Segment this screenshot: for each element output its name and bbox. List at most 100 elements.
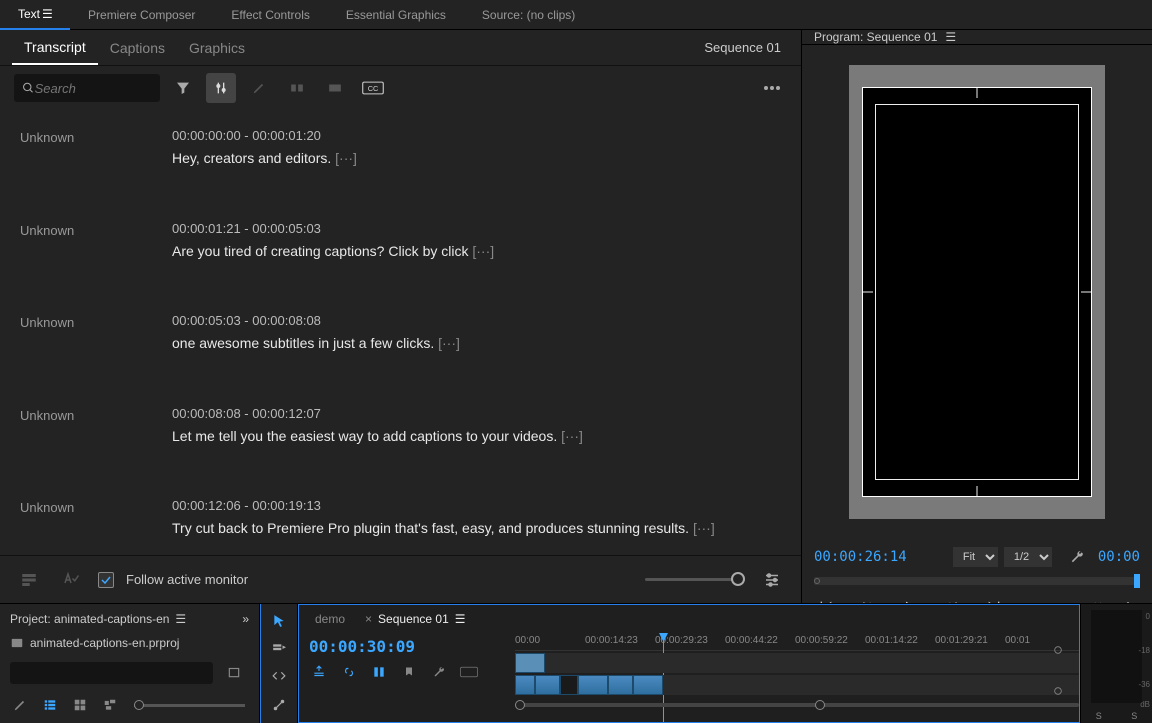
solo-right[interactable]: S (1131, 711, 1137, 721)
transcript-text[interactable]: Hey, creators and editors. [···] (172, 149, 781, 169)
transcript-entry[interactable]: Unknown 00:00:12:06 - 00:00:19:13 Try cu… (20, 486, 781, 555)
transcript-text[interactable]: Try cut back to Premiere Pro plugin that… (172, 519, 781, 539)
track-options-icon[interactable] (1043, 676, 1073, 706)
timecode-label: 00:00:12:06 - 00:00:19:13 (172, 498, 781, 513)
overflow-icon[interactable]: » (242, 612, 249, 626)
search-input[interactable] (35, 81, 152, 96)
resolution-select[interactable]: 1/2 (1004, 547, 1052, 567)
track-options-icon[interactable] (1043, 635, 1073, 665)
close-icon[interactable]: × (365, 612, 372, 626)
safe-margin (875, 104, 1079, 480)
audio-meter: 0 -18 -36 dB S S (1080, 604, 1152, 723)
filter-icon[interactable] (168, 73, 198, 103)
cc-icon[interactable]: CC (358, 73, 388, 103)
transcript-list[interactable]: Unknown 00:00:00:00 - 00:00:01:20 Hey, c… (0, 110, 801, 555)
follow-monitor-checkbox[interactable] (98, 572, 114, 588)
sequence-name-label: Sequence 01 (704, 40, 789, 55)
speaker-label: Unknown (20, 128, 172, 169)
transcript-text[interactable]: Are you tired of creating captions? Clic… (172, 242, 781, 262)
timecode-label: 00:00:01:21 - 00:00:05:03 (172, 221, 781, 236)
panel-tab-effect-controls[interactable]: Effect Controls (213, 0, 327, 30)
project-file-row[interactable]: animated-captions-en.prproj (10, 633, 249, 653)
clip[interactable] (535, 675, 560, 695)
marker-add-icon[interactable] (369, 662, 389, 682)
text-panel: Transcript Captions Graphics Sequence 01… (0, 30, 802, 603)
snap-icon[interactable] (309, 662, 329, 682)
hamburger-icon[interactable]: ☰ (455, 612, 466, 626)
transcript-text[interactable]: Let me tell you the easiest way to add c… (172, 427, 781, 447)
hamburger-icon[interactable]: ☰ (175, 612, 186, 626)
timeline-panel: demo × Sequence 01 ☰ 00:00:30:09 (298, 604, 1080, 723)
text-zoom-slider[interactable] (645, 578, 745, 581)
pen-tool-icon[interactable] (266, 694, 292, 716)
marker-icon[interactable] (399, 662, 419, 682)
edit-pencil-icon[interactable] (244, 73, 274, 103)
panel-tab-text[interactable]: Text☰ (0, 0, 70, 30)
speaker-label: Unknown (20, 498, 172, 539)
transcript-entry[interactable]: Unknown 00:00:00:00 - 00:00:01:20 Hey, c… (20, 116, 781, 209)
video-track[interactable] (515, 675, 1079, 695)
svg-text:CC: CC (368, 84, 379, 93)
clip[interactable] (560, 675, 578, 695)
timecode-label: 00:00:00:00 - 00:00:01:20 (172, 128, 781, 143)
subtab-graphics[interactable]: Graphics (177, 32, 257, 64)
cc-track-icon[interactable] (459, 662, 479, 682)
timeline-zoom-scroll[interactable] (515, 699, 1079, 711)
freeform-view-icon[interactable] (100, 695, 120, 715)
transcript-entry[interactable]: Unknown 00:00:05:03 - 00:00:08:08 one aw… (20, 301, 781, 394)
timeline-timecode[interactable]: 00:00:30:09 (309, 637, 505, 656)
project-search[interactable] (10, 662, 213, 684)
subtab-transcript[interactable]: Transcript (12, 31, 98, 65)
spellcheck-icon[interactable] (56, 565, 86, 595)
transcript-text[interactable]: one awesome subtitles in just a few clic… (172, 334, 781, 354)
wrench-icon[interactable] (1062, 542, 1092, 572)
track-select-tool-icon[interactable] (266, 638, 292, 660)
clip[interactable] (608, 675, 633, 695)
transcript-footer: Follow active monitor (0, 555, 801, 603)
timeline-tab-demo[interactable]: demo (315, 612, 345, 626)
transcript-entry[interactable]: Unknown 00:00:08:08 - 00:00:12:07 Let me… (20, 394, 781, 487)
autoscroll-icon[interactable] (14, 565, 44, 595)
list-view-icon[interactable] (40, 695, 60, 715)
clip[interactable] (515, 675, 535, 695)
program-timecode[interactable]: 00:00:26:14 (814, 549, 907, 565)
settings-sliders-icon[interactable] (206, 73, 236, 103)
timeline-ruler[interactable]: 00:00 00:00:14:23 00:00:29:23 00:00:44:2… (515, 633, 1079, 651)
pen-icon[interactable] (10, 695, 30, 715)
transcript-entry[interactable]: Unknown 00:00:01:21 - 00:00:05:03 Are yo… (20, 209, 781, 302)
panel-tab-premiere-composer[interactable]: Premiere Composer (70, 0, 213, 30)
panel-tab-essential-graphics[interactable]: Essential Graphics (328, 0, 464, 30)
more-options-icon[interactable] (757, 73, 787, 103)
linked-selection-icon[interactable] (339, 662, 359, 682)
follow-monitor-label: Follow active monitor (126, 572, 248, 587)
search-input-wrapper[interactable] (14, 74, 160, 102)
timecode-label: 00:00:05:03 - 00:00:08:08 (172, 313, 781, 328)
speaker-label: Unknown (20, 406, 172, 447)
icon-view-icon[interactable] (70, 695, 90, 715)
video-track[interactable] (515, 653, 1079, 673)
hamburger-icon[interactable]: ☰ (42, 7, 52, 21)
solo-left[interactable]: S (1096, 711, 1102, 721)
split-icon[interactable] (282, 73, 312, 103)
hamburger-icon[interactable]: ☰ (945, 30, 955, 44)
project-file-icon (10, 636, 24, 650)
ripple-tool-icon[interactable] (266, 666, 292, 688)
timeline-tracks[interactable]: 00:00 00:00:14:23 00:00:29:23 00:00:44:2… (515, 633, 1079, 722)
merge-icon[interactable] (320, 73, 350, 103)
subtab-captions[interactable]: Captions (98, 32, 177, 64)
preferences-icon[interactable] (757, 565, 787, 595)
search-icon (22, 81, 35, 95)
program-header: Program: Sequence 01 ☰ (802, 30, 1152, 45)
zoom-fit-select[interactable]: Fit (953, 547, 998, 567)
panel-tab-source[interactable]: Source: (no clips) (464, 0, 593, 30)
wrench-icon[interactable] (429, 662, 449, 682)
clip[interactable] (633, 675, 663, 695)
bottom-panels: Project: animated-captions-en ☰ » animat… (0, 603, 1152, 723)
program-monitor[interactable] (802, 45, 1152, 539)
timeline-tab-sequence01[interactable]: × Sequence 01 ☰ (365, 612, 466, 626)
selection-tool-icon[interactable] (266, 610, 292, 632)
clip[interactable] (515, 653, 545, 673)
clip[interactable] (578, 675, 608, 695)
program-scrub-bar[interactable] (814, 577, 1140, 585)
bin-icon[interactable] (219, 657, 249, 687)
